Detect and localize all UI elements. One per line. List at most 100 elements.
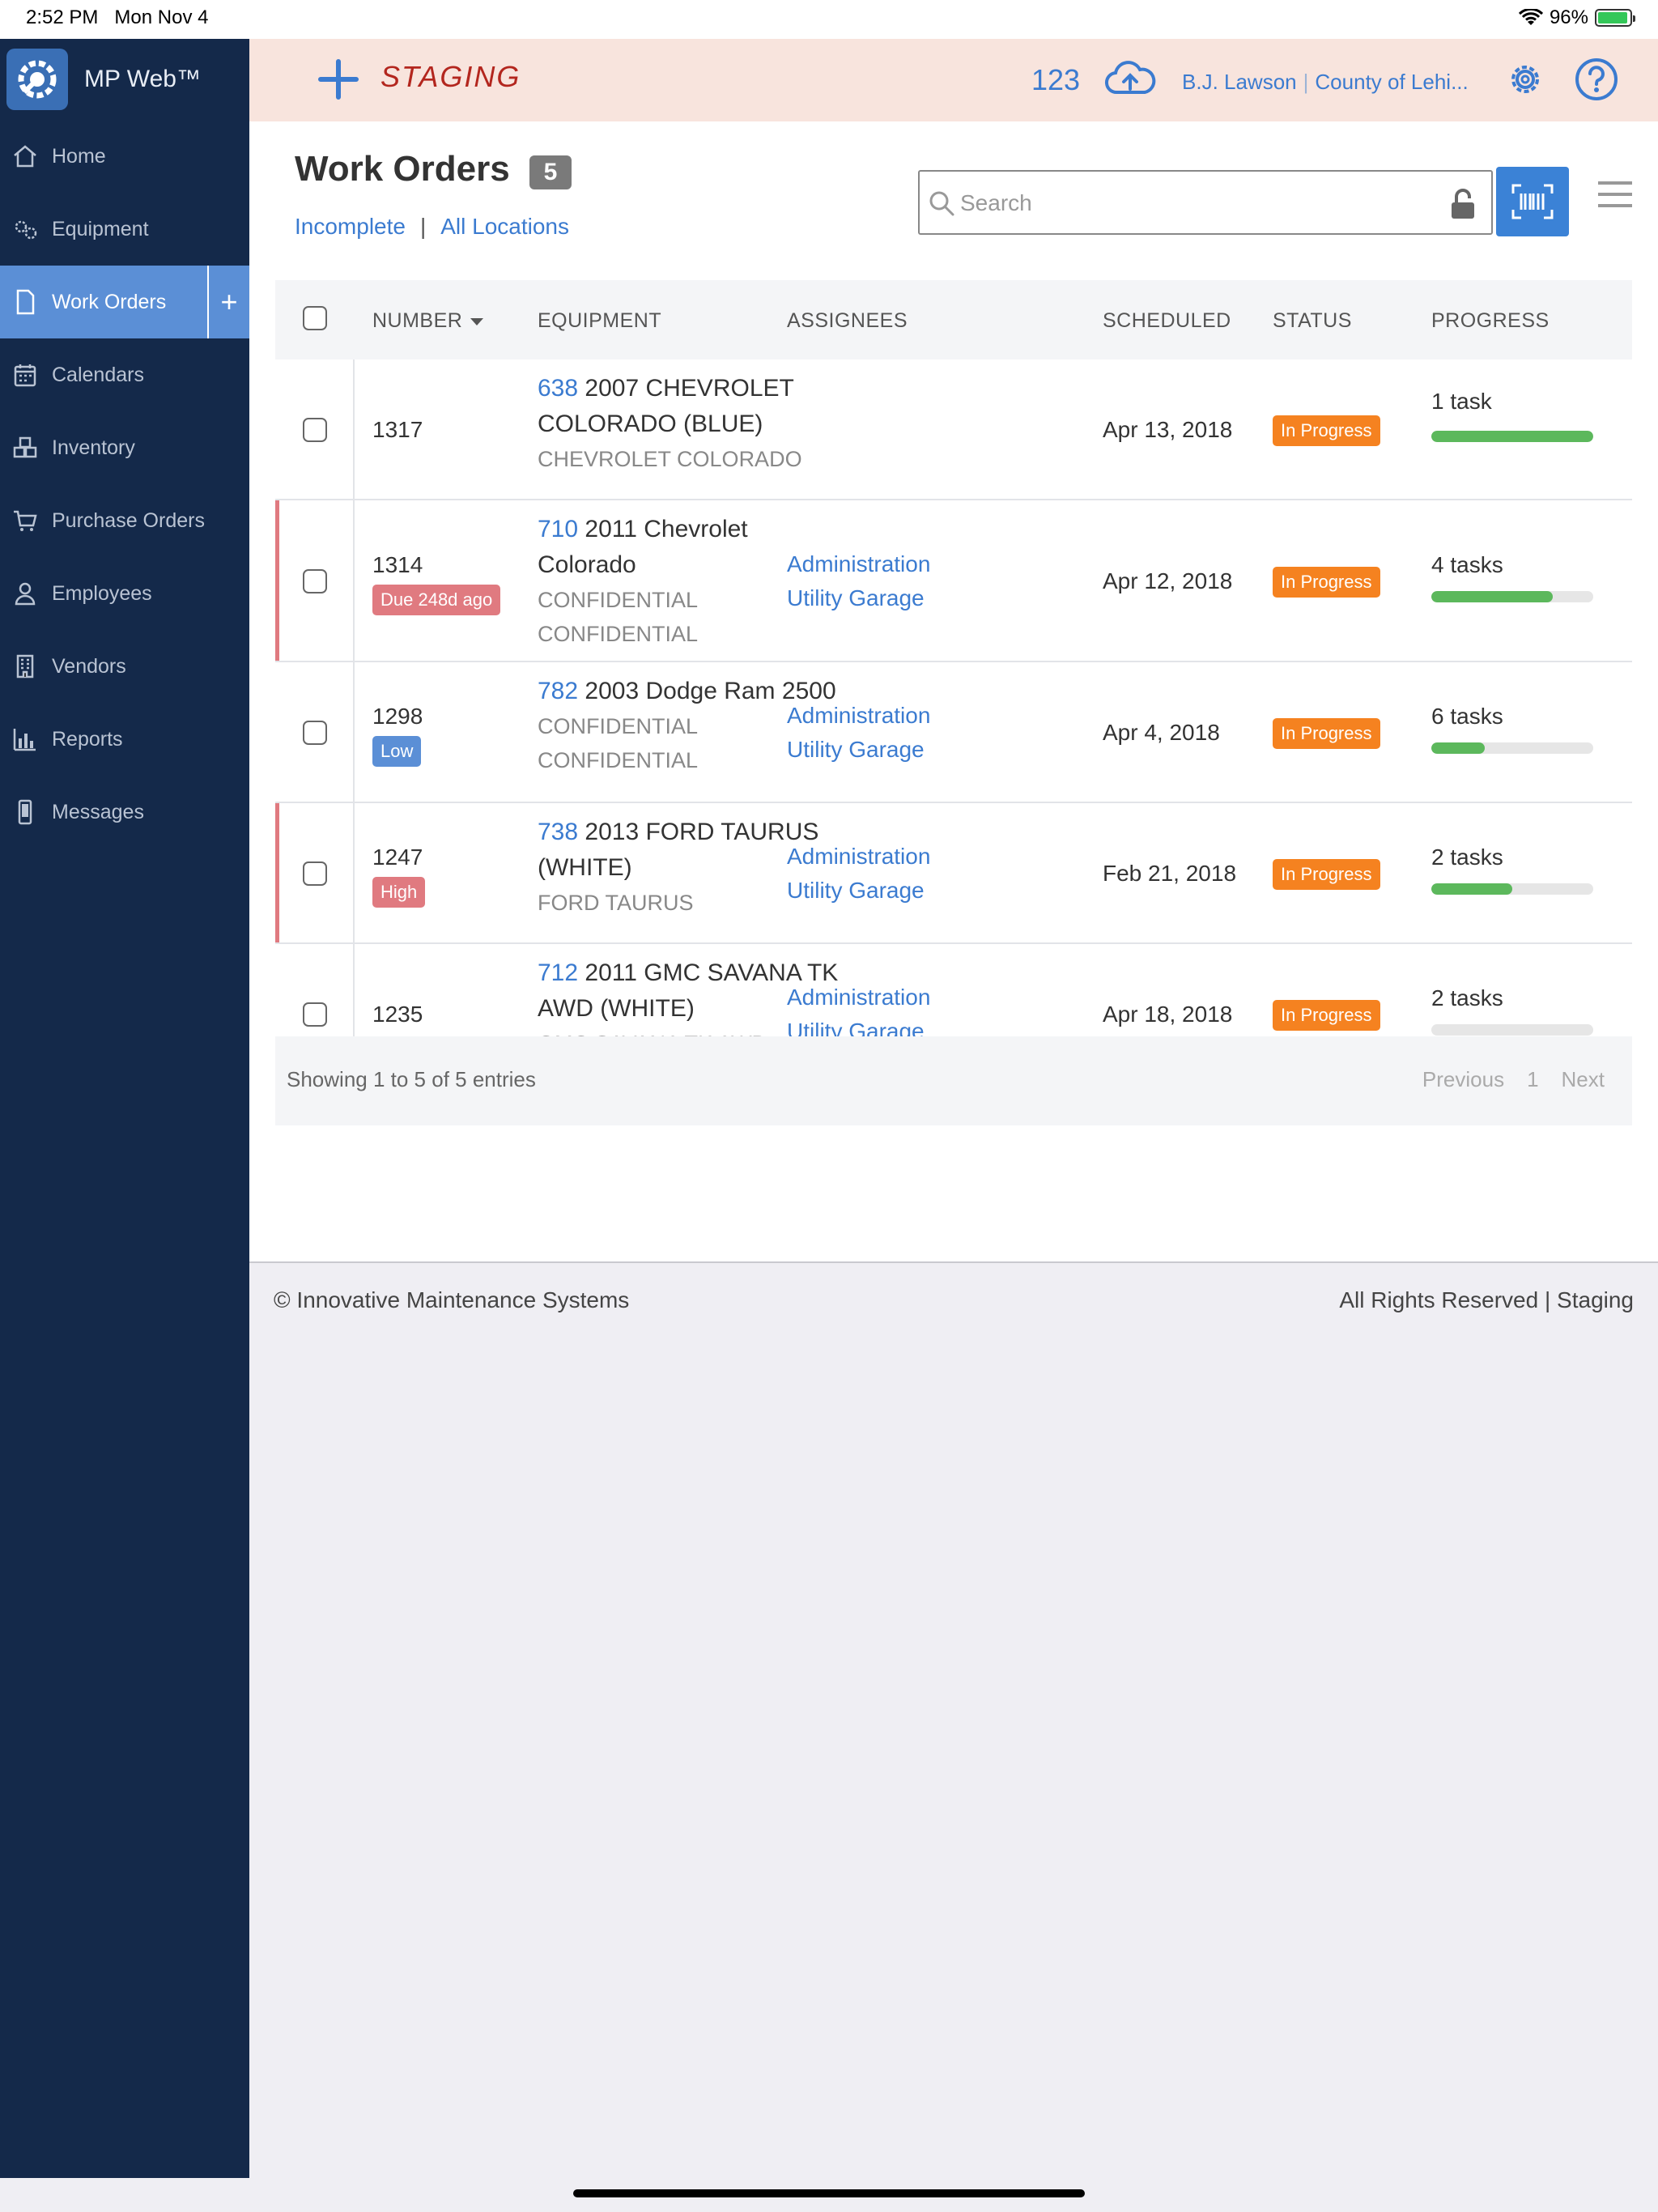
equipment-name: 2013 FORD TAURUS: [578, 819, 819, 845]
sidebar-item-reports[interactable]: Reports: [0, 703, 249, 776]
col-assignees[interactable]: ASSIGNEES: [787, 309, 908, 333]
sidebar-item-inventory[interactable]: Inventory: [0, 411, 249, 484]
assignees-cell: Administration Utility Garage: [787, 547, 930, 615]
assignee-link[interactable]: Utility Garage: [787, 733, 930, 767]
wifi-icon: [1518, 9, 1543, 25]
work-order-number[interactable]: 1298: [372, 704, 423, 730]
equipment-link[interactable]: 712: [538, 959, 578, 986]
work-order-number[interactable]: 1247: [372, 844, 423, 870]
progress-bar: [1431, 742, 1593, 754]
sidebar-item-messages[interactable]: Messages: [0, 776, 249, 849]
work-order-number[interactable]: 1317: [372, 417, 423, 443]
app-logo-icon: [6, 49, 68, 110]
document-icon: [11, 288, 39, 316]
task-count[interactable]: 6 tasks: [1431, 704, 1503, 730]
row-checkbox[interactable]: [303, 721, 327, 745]
cloud-upload-icon[interactable]: [1104, 58, 1156, 99]
row-checkbox[interactable]: [303, 569, 327, 593]
status-badge: In Progress: [1273, 1000, 1380, 1031]
work-order-number[interactable]: 1314: [372, 552, 423, 578]
col-number[interactable]: NUMBER: [372, 309, 484, 333]
unlock-icon[interactable]: [1449, 188, 1477, 220]
table-row[interactable]: 1314 Due 248d ago 710 2011 Chevrolet Colora…: [275, 500, 1632, 662]
progress-bar: [1431, 883, 1593, 895]
filter-location-link[interactable]: All Locations: [440, 214, 569, 240]
scheduled-date: Feb 21, 2018: [1103, 861, 1237, 886]
progress-bar: [1431, 591, 1593, 602]
sidebar-item-equipment[interactable]: Equipment: [0, 193, 249, 266]
boxes-icon: [11, 434, 39, 462]
sidebar-item-home[interactable]: Home: [0, 120, 249, 193]
search-input[interactable]: [960, 185, 1414, 222]
pager-page[interactable]: 1: [1527, 1067, 1538, 1092]
select-all-checkbox[interactable]: [303, 306, 327, 330]
progress-fill: [1431, 883, 1512, 895]
sidebar-item-label: Purchase Orders: [52, 508, 205, 532]
add-work-order-button[interactable]: +: [207, 266, 249, 338]
task-count[interactable]: 1 task: [1431, 389, 1492, 415]
battery-icon: [1595, 9, 1635, 27]
progress-fill: [1431, 591, 1553, 602]
sidebar-item-vendors[interactable]: Vendors: [0, 630, 249, 703]
sidebar-item-calendars[interactable]: Calendars: [0, 338, 249, 411]
assignee-link[interactable]: Administration: [787, 699, 930, 733]
assignee-link[interactable]: Administration: [787, 547, 930, 581]
col-equipment[interactable]: EQUIPMENT: [538, 309, 661, 333]
assignee-link[interactable]: Utility Garage: [787, 581, 930, 615]
add-icon[interactable]: [314, 55, 363, 104]
count-badge: 5: [529, 155, 572, 189]
pager-next[interactable]: Next: [1562, 1067, 1605, 1092]
sidebar-item-employees[interactable]: Employees: [0, 557, 249, 630]
assignee-link[interactable]: Administration: [787, 981, 930, 1015]
equipment-link[interactable]: 782: [538, 678, 578, 704]
task-count[interactable]: 2 tasks: [1431, 985, 1503, 1011]
work-order-number[interactable]: 1235: [372, 1002, 423, 1027]
settings-gear-icon[interactable]: [1503, 57, 1548, 102]
col-scheduled[interactable]: SCHEDULED: [1103, 309, 1231, 333]
sidebar-item-purchase-orders[interactable]: Purchase Orders: [0, 484, 249, 557]
row-checkbox[interactable]: [303, 1002, 327, 1027]
app-name: MP Web™: [84, 66, 201, 92]
home-icon: [11, 143, 39, 170]
pagination: Previous 1 Next: [1422, 1067, 1605, 1092]
pager-previous[interactable]: Previous: [1422, 1067, 1504, 1092]
filter-status-link[interactable]: Incomplete: [295, 214, 406, 240]
sync-count[interactable]: 123: [1031, 63, 1080, 97]
sort-caret-icon: [470, 317, 484, 325]
table-row[interactable]: 1317 638 2007 CHEVROLET COLORADO (BLUE) CHE…: [275, 359, 1632, 500]
priority-badge: Low: [372, 736, 422, 767]
ios-status-bar: 2:52 PM Mon Nov 4 96%: [0, 0, 1658, 39]
user-info[interactable]: B.J. Lawson | County of Lehi...: [1182, 70, 1469, 95]
equipment-link[interactable]: 738: [538, 819, 578, 845]
equipment-name-cont: COLORADO (BLUE): [538, 410, 763, 437]
environment-label: STAGING: [380, 60, 521, 93]
building-icon: [11, 653, 39, 680]
task-count[interactable]: 4 tasks: [1431, 552, 1503, 578]
col-status[interactable]: STATUS: [1273, 309, 1352, 333]
row-checkbox[interactable]: [303, 861, 327, 886]
sidebar: MP Web™ Home Equipment Work Orders + Calenda…: [0, 39, 249, 2178]
equipment-cell: 638 2007 CHEVROLET COLORADO (BLUE) CHEVROL…: [538, 371, 861, 476]
col-progress[interactable]: PROGRESS: [1431, 309, 1550, 333]
status-badge: In Progress: [1273, 567, 1380, 598]
assignee-link[interactable]: Administration: [787, 840, 930, 874]
assignee-link[interactable]: Utility Garage: [787, 874, 930, 908]
scheduled-date: Apr 13, 2018: [1103, 417, 1233, 442]
sidebar-item-label: Work Orders: [52, 290, 167, 313]
table-row[interactable]: 1247 High 738 2013 FORD TAURUS (WHITE) FORD …: [275, 803, 1632, 944]
brand[interactable]: MP Web™: [0, 39, 249, 120]
equipment-link[interactable]: 638: [538, 375, 578, 402]
page-footer: © Innovative Maintenance Systems All Rig…: [249, 1261, 1658, 1342]
bar-chart-icon: [11, 725, 39, 753]
sidebar-item-work-orders[interactable]: Work Orders +: [0, 266, 249, 338]
table-row[interactable]: 1298 Low 782 2003 Dodge Ram 2500 CONFIDENTI…: [275, 662, 1632, 803]
main-content: Work Orders 5 Incomplete | All Locations…: [249, 121, 1658, 1261]
barcode-scan-button[interactable]: [1496, 167, 1569, 236]
row-checkbox[interactable]: [303, 418, 327, 442]
equipment-link[interactable]: 710: [538, 516, 578, 542]
home-indicator[interactable]: [573, 2189, 1085, 2197]
task-count[interactable]: 2 tasks: [1431, 844, 1503, 870]
hamburger-menu-icon[interactable]: [1596, 178, 1634, 211]
help-icon[interactable]: [1574, 57, 1619, 102]
top-header: STAGING 123 B.J. Lawson | County of Lehi..…: [249, 39, 1658, 121]
